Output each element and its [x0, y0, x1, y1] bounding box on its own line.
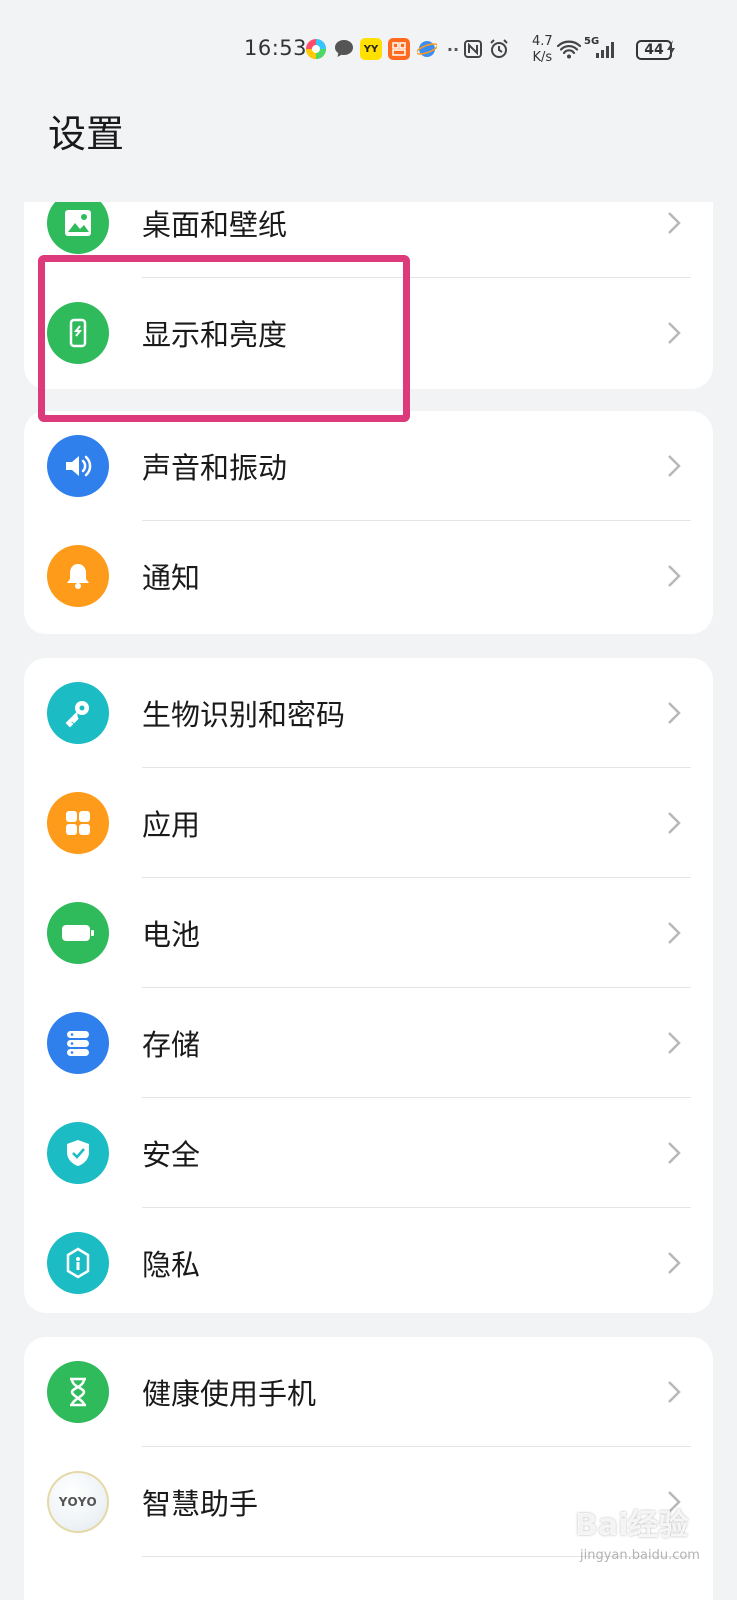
apps-grid-icon	[47, 792, 109, 854]
charging-bolt-icon	[664, 38, 678, 60]
settings-item-label: 通知	[142, 561, 201, 595]
wallpaper-icon	[47, 202, 109, 254]
status-bar: 16:53 YY ·· 4.7 K/s 5G 44	[0, 0, 737, 100]
settings-item-digital-balance[interactable]: 健康使用手机	[24, 1337, 713, 1447]
storage-icon	[47, 1012, 109, 1074]
chevron-right-icon	[668, 812, 681, 834]
settings-item-label: 声音和振动	[142, 451, 288, 485]
settings-item-label: 桌面和壁纸	[142, 208, 288, 242]
settings-card-sound: 声音和振动 通知	[24, 411, 713, 634]
chevron-right-icon	[668, 212, 681, 234]
chevron-right-icon	[668, 922, 681, 944]
key-icon	[47, 682, 109, 744]
chevron-right-icon	[668, 455, 681, 477]
settings-item-battery[interactable]: 电池	[24, 878, 713, 988]
network-speed-value: 4.7	[532, 34, 553, 49]
settings-item-storage[interactable]: 存储	[24, 988, 713, 1098]
yoyo-assistant-icon: YOYO	[47, 1471, 109, 1533]
settings-item-label: 存储	[142, 1028, 201, 1062]
chevron-right-icon	[668, 322, 681, 344]
settings-card-system: 生物识别和密码 应用 电池 存储 安全 隐私	[24, 658, 713, 1313]
speaker-icon	[47, 435, 109, 497]
bell-icon	[47, 545, 109, 607]
shield-check-icon	[47, 1122, 109, 1184]
privacy-lock-icon	[47, 1232, 109, 1294]
settings-item-biometrics-password[interactable]: 生物识别和密码	[24, 658, 713, 768]
app-color-wheel-icon	[305, 38, 327, 60]
chevron-right-icon	[668, 1252, 681, 1274]
chevron-right-icon	[668, 702, 681, 724]
yy-app-icon: YY	[360, 38, 382, 60]
settings-item-privacy[interactable]: 隐私	[24, 1208, 713, 1313]
settings-item-label: 健康使用手机	[142, 1377, 317, 1411]
chevron-right-icon	[668, 565, 681, 587]
battery-icon	[47, 902, 109, 964]
more-dots-icon: ··	[446, 39, 460, 59]
status-time: 16:53	[244, 36, 308, 60]
chevron-right-icon	[668, 1032, 681, 1054]
wifi-icon	[556, 38, 582, 60]
settings-item-notifications[interactable]: 通知	[24, 521, 713, 631]
baidu-watermark-url: jingyan.baidu.com	[580, 1548, 700, 1563]
settings-item-label: 电池	[142, 918, 201, 952]
alarm-icon	[488, 38, 510, 60]
settings-item-apps[interactable]: 应用	[24, 768, 713, 878]
chat-bubble-icon	[333, 38, 355, 60]
highlight-box	[38, 255, 410, 422]
settings-item-label: 安全	[142, 1138, 201, 1172]
browser-globe-icon	[416, 38, 438, 60]
baidu-watermark: Bai经验	[575, 1508, 689, 1543]
signal-bars-icon	[594, 38, 616, 60]
page-title: 设置	[48, 112, 125, 156]
settings-item-label: 隐私	[142, 1248, 201, 1282]
nfc-icon	[462, 38, 484, 60]
settings-item-label: 应用	[142, 808, 201, 842]
settings-item-label: 生物识别和密码	[142, 698, 346, 732]
settings-item-sound-vibration[interactable]: 声音和振动	[24, 411, 713, 521]
orange-app-icon	[388, 38, 410, 60]
yoyo-badge-text: YOYO	[58, 1495, 98, 1509]
network-speed-unit: K/s	[532, 50, 553, 65]
hourglass-icon	[47, 1361, 109, 1423]
settings-item-security[interactable]: 安全	[24, 1098, 713, 1208]
network-speed: 4.7 K/s	[532, 34, 553, 66]
chevron-right-icon	[668, 1142, 681, 1164]
chevron-right-icon	[668, 1381, 681, 1403]
settings-item-label: 智慧助手	[142, 1487, 259, 1521]
